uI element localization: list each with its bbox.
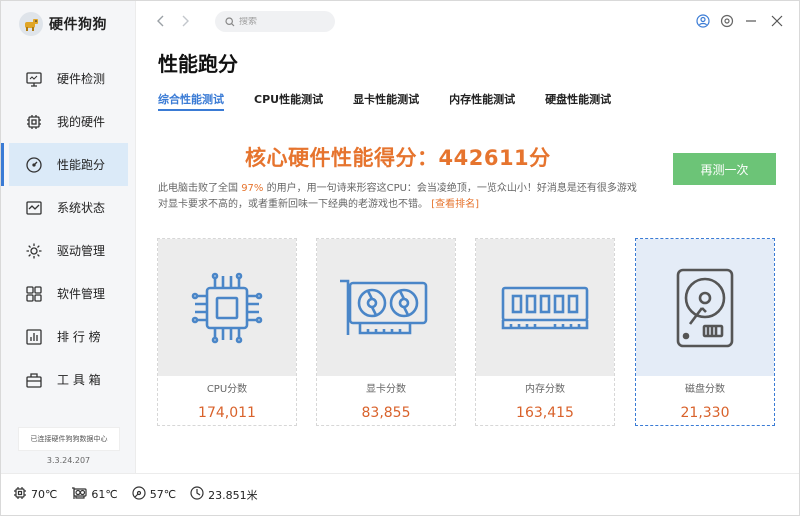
sidebar-item-label: 工 具 箱: [57, 373, 101, 387]
app-window: 硬件狗狗 硬件检测 我的硬件 性能跑分 系统状态 驱动管理 软件管理 排 行 榜…: [0, 0, 800, 516]
sidebar-item-label: 我的硬件: [57, 115, 106, 129]
graphics-card-icon: [317, 239, 455, 376]
status-bar: 70℃ 61℃ 57℃ 23.851米: [1, 473, 799, 515]
graphics-card-icon: [71, 486, 91, 503]
gpu-temperature: 61℃: [71, 486, 118, 503]
sidebar-item-ranking[interactable]: 排 行 榜: [1, 315, 136, 358]
sidebar-item-label: 驱动管理: [57, 244, 106, 258]
monitor-icon: [25, 70, 43, 88]
score-description: 此电脑击败了全国 97% 的用户，用一句诗来形容这CPU：会当凌绝顶，一览众山小…: [158, 181, 638, 213]
desc-text: 此电脑击败了全国: [158, 183, 242, 194]
retest-button[interactable]: 再测一次: [673, 153, 776, 185]
ranking-icon: [25, 328, 43, 346]
sidebar-nav: 硬件检测 我的硬件 性能跑分 系统状态 驱动管理 软件管理 排 行 榜 工 具 …: [1, 57, 136, 401]
sidebar-item-label: 硬件检测: [57, 72, 106, 86]
tab-cpu[interactable]: CPU性能测试: [254, 91, 323, 111]
apps-icon: [25, 285, 43, 303]
cpu-chip-icon: [13, 486, 31, 503]
sidebar-item-label: 性能跑分: [57, 158, 106, 172]
search-icon: [225, 12, 235, 31]
tab-overall[interactable]: 综合性能测试: [158, 91, 224, 111]
cpu-temperature: 70℃: [13, 486, 57, 503]
close-icon[interactable]: [769, 13, 785, 29]
sidebar-item-toolbox[interactable]: 工 具 箱: [1, 358, 136, 401]
chip-icon: [25, 113, 43, 131]
sidebar-item-software-manager[interactable]: 软件管理: [1, 272, 136, 315]
gear-icon: [25, 242, 43, 260]
version-text: 3.3.24.207: [46, 456, 91, 465]
user-icon[interactable]: [695, 13, 711, 29]
data-center-connection[interactable]: 已连接硬件狗狗数据中心: [18, 427, 120, 451]
card-label: 内存分数: [525, 384, 565, 395]
sidebar-item-label: 软件管理: [57, 287, 106, 301]
disk-score-card[interactable]: 磁盘分数 21,330: [635, 238, 775, 426]
sidebar-item-label: 排 行 榜: [57, 330, 101, 344]
cpu-temp-value: 70℃: [31, 488, 58, 501]
card-label: 显卡分数: [366, 384, 406, 395]
memory-score-card[interactable]: 内存分数 163,415: [475, 238, 615, 426]
topbar: [137, 1, 799, 41]
forward-arrow-icon[interactable]: [177, 13, 193, 29]
sidebar-item-driver-manager[interactable]: 驱动管理: [1, 229, 136, 272]
beat-percentage: 97%: [241, 183, 264, 194]
settings-icon[interactable]: [719, 13, 735, 29]
sidebar-item-hardware-check[interactable]: 硬件检测: [1, 57, 136, 100]
mouse-distance: 23.851米: [190, 486, 258, 503]
pulse-icon: [25, 199, 43, 217]
sidebar: 硬件狗狗 硬件检测 我的硬件 性能跑分 系统状态 驱动管理 软件管理 排 行 榜…: [1, 1, 136, 473]
dog-logo-icon: [19, 12, 43, 36]
search-input[interactable]: [239, 16, 319, 27]
total-score-headline: 核心硬件性能得分：442611分: [245, 146, 551, 170]
gpu-score-card[interactable]: 显卡分数 83,855: [316, 238, 456, 426]
sidebar-item-my-hardware[interactable]: 我的硬件: [1, 100, 136, 143]
speedometer-icon: [25, 156, 43, 174]
minimize-icon[interactable]: [743, 13, 759, 29]
sidebar-item-label: 系统状态: [57, 201, 106, 215]
tab-memory[interactable]: 内存性能测试: [449, 91, 515, 111]
tab-gpu[interactable]: 显卡性能测试: [353, 91, 419, 111]
view-ranking-link[interactable]: [查看排名]: [431, 199, 479, 210]
app-name: 硬件狗狗: [49, 17, 107, 33]
card-label: 磁盘分数: [685, 384, 725, 395]
card-score: 83,855: [361, 405, 411, 421]
brand: 硬件狗狗: [19, 12, 107, 36]
card-score: 163,415: [516, 405, 574, 421]
cpu-score-card[interactable]: CPU分数 174,011: [157, 238, 297, 426]
sidebar-item-system-status[interactable]: 系统状态: [1, 186, 136, 229]
card-label: CPU分数: [206, 384, 248, 395]
benchmark-tabs: 综合性能测试 CPU性能测试 显卡性能测试 内存性能测试 硬盘性能测试: [158, 91, 641, 111]
back-arrow-icon[interactable]: [153, 13, 169, 29]
hard-disk-icon: [636, 239, 774, 376]
memory-module-icon: [476, 239, 614, 376]
gpu-temp-value: 61℃: [91, 488, 118, 501]
card-score: 174,011: [198, 405, 256, 421]
sidebar-item-benchmark[interactable]: 性能跑分: [1, 143, 128, 186]
card-score: 21,330: [680, 405, 730, 421]
hard-disk-icon: [132, 486, 150, 503]
clock-icon: [190, 486, 208, 503]
tab-disk[interactable]: 硬盘性能测试: [545, 91, 611, 111]
disk-temp-value: 57℃: [149, 488, 177, 501]
distance-value: 23.851米: [208, 488, 258, 502]
cpu-chip-icon: [158, 239, 296, 376]
search-box[interactable]: [215, 11, 335, 32]
disk-temperature: 57℃: [132, 486, 176, 503]
toolbox-icon: [25, 371, 43, 389]
page-title: 性能跑分: [158, 52, 238, 76]
